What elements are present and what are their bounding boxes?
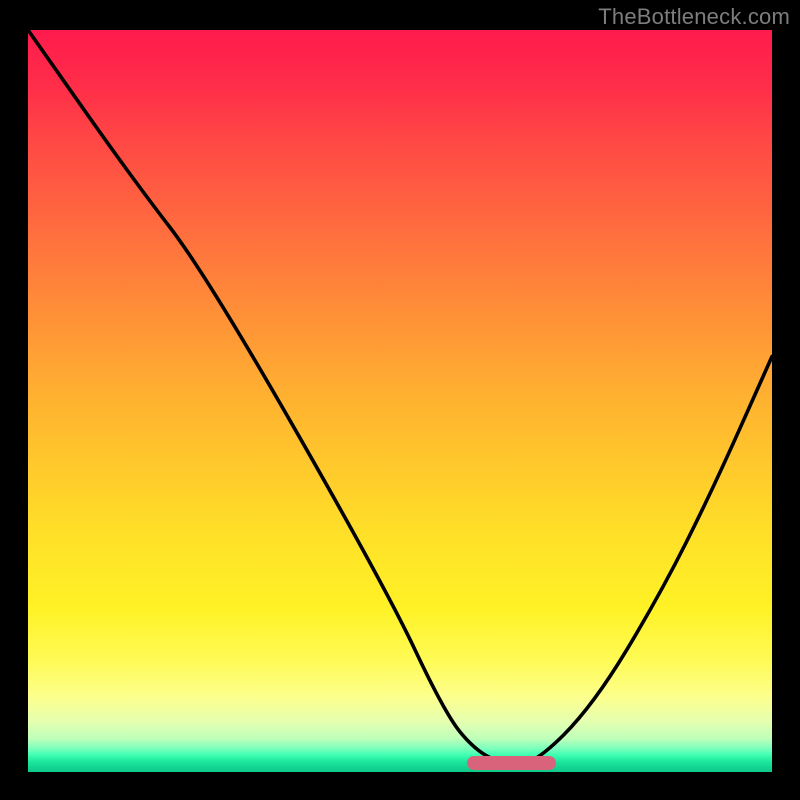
bottleneck-curve-path (28, 30, 772, 765)
plot-area-wrap (28, 30, 772, 772)
chart-frame: TheBottleneck.com (0, 0, 800, 800)
watermark-text: TheBottleneck.com (598, 4, 790, 30)
bottleneck-curve-svg (28, 30, 772, 772)
plot-area (28, 30, 772, 772)
optimal-marker-pill (467, 756, 556, 770)
